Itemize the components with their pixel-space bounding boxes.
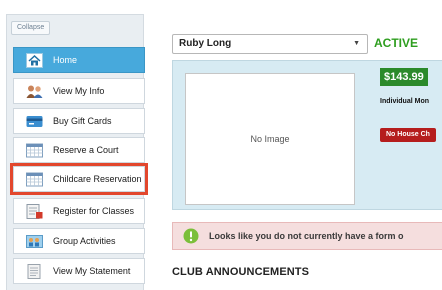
- member-select[interactable]: Ruby Long ▼: [172, 34, 368, 54]
- sidebar-item-view-my-info[interactable]: View My Info: [13, 78, 145, 104]
- status-badge: ACTIVE: [374, 36, 419, 50]
- home-icon: [26, 52, 43, 68]
- collapse-button[interactable]: Collapse: [11, 21, 51, 35]
- account-balance: $143.99: [380, 68, 428, 86]
- sidebar-item-label: Childcare Reservation: [53, 174, 142, 184]
- sidebar-item-label: Group Activities: [53, 236, 116, 246]
- sidebar-item-label: View My Statement: [53, 266, 131, 276]
- alert-banner: Looks like you do not currently have a f…: [172, 222, 442, 250]
- no-image-label: No Image: [250, 134, 290, 144]
- announcements-title: CLUB ANNOUNCEMENTS: [172, 266, 310, 278]
- statement-icon: [27, 263, 41, 279]
- calendar-icon: [26, 172, 43, 186]
- sidebar-item-label: Home: [53, 55, 78, 65]
- register-icon: [26, 203, 43, 219]
- sidebar-item-reserve-a-court[interactable]: Reserve a Court: [13, 137, 145, 163]
- sidebar-item-home[interactable]: Home: [13, 47, 145, 73]
- sidebar-item-label: Reserve a Court: [53, 145, 119, 155]
- sidebar-item-label: Register for Classes: [53, 206, 135, 216]
- calendar-icon: [26, 143, 43, 157]
- sidebar-item-group-activities[interactable]: Group Activities: [13, 228, 145, 254]
- house-charge-badge: No House Ch: [380, 128, 436, 142]
- sidebar-item-buy-gift-cards[interactable]: Buy Gift Cards: [13, 108, 145, 134]
- gift-card-icon: [26, 115, 43, 127]
- profile-photo-placeholder: No Image: [185, 73, 355, 205]
- chevron-down-icon: ▼: [353, 40, 360, 47]
- sidebar-item-childcare-reservation[interactable]: Childcare Reservation: [10, 163, 148, 195]
- sidebar-item-register-for-classes[interactable]: Register for Classes: [13, 198, 145, 224]
- main-content: Ruby Long ▼ ACTIVE No Image $143.99 Indi…: [160, 0, 442, 290]
- alert-icon: [183, 228, 199, 244]
- sidebar-item-view-my-statement[interactable]: View My Statement: [13, 258, 145, 284]
- group-icon: [26, 234, 43, 248]
- sidebar-item-label: Buy Gift Cards: [53, 116, 112, 126]
- people-icon: [26, 85, 43, 98]
- member-select-value: Ruby Long: [179, 38, 232, 49]
- alert-text: Looks like you do not currently have a f…: [209, 231, 404, 241]
- sidebar: Collapse Home View My Info Buy Gift Card…: [6, 14, 148, 290]
- sidebar-item-label: View My Info: [53, 86, 105, 96]
- membership-plan: Individual Mon: [380, 98, 429, 105]
